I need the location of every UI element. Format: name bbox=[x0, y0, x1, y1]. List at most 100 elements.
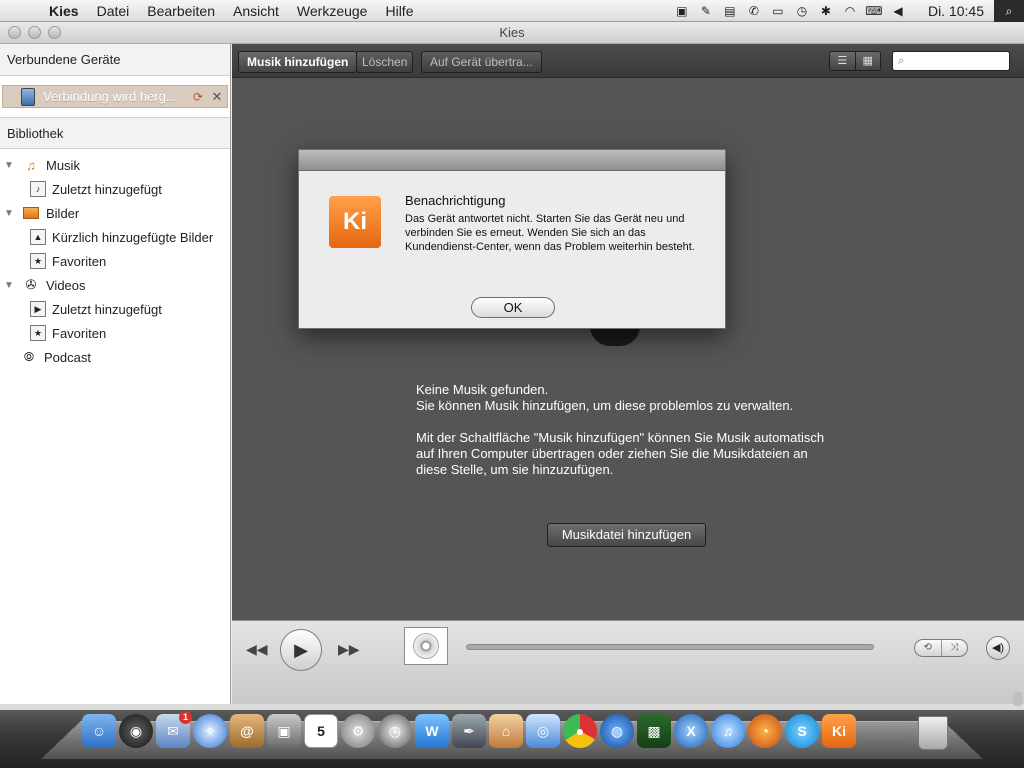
menu-ansicht[interactable]: Ansicht bbox=[224, 0, 288, 22]
play-button[interactable]: ▶ bbox=[280, 629, 322, 671]
dropbox-status-icon[interactable]: ▣ bbox=[670, 4, 694, 18]
disclosure-triangle-icon[interactable]: ▼ bbox=[4, 160, 16, 171]
phone-status-icon[interactable]: ✆ bbox=[742, 4, 766, 18]
sidebar-item-bilder-favoriten[interactable]: ★ Favoriten bbox=[0, 249, 230, 273]
menu-werkzeuge[interactable]: Werkzeuge bbox=[288, 0, 377, 22]
volume-button[interactable]: ◀) bbox=[986, 636, 1010, 660]
device-label: Verbindung wird herg... bbox=[43, 89, 177, 104]
sidebar-item-label: Zuletzt hinzugefügt bbox=[52, 301, 162, 317]
chrome-icon[interactable]: ● bbox=[563, 714, 597, 748]
play-icon: ▶ bbox=[294, 640, 308, 660]
ok-button[interactable]: OK bbox=[471, 297, 555, 318]
display-status-icon[interactable]: ▭ bbox=[766, 4, 790, 18]
google-earth-icon[interactable]: ◍ bbox=[600, 714, 634, 748]
kies-logo-icon: Ki bbox=[329, 196, 381, 248]
menu-datei[interactable]: Datei bbox=[88, 0, 139, 22]
finder-icon[interactable]: ☺ bbox=[82, 714, 116, 748]
instructions-text: Mit der Schaltfläche "Musik hinzufügen" … bbox=[416, 430, 825, 477]
preview-icon[interactable]: ⌂ bbox=[489, 714, 523, 748]
rewind-icon[interactable]: ◀◀ bbox=[246, 641, 268, 658]
sidebar-item-label: Musik bbox=[46, 157, 80, 173]
trash-icon[interactable] bbox=[918, 716, 948, 750]
player-bar: ◀◀ ▶ ▶▶ ⟲ ⤨ ◀) bbox=[232, 620, 1024, 704]
xcode-instruments-icon[interactable]: ✒ bbox=[452, 714, 486, 748]
sidebar-item-label: Zuletzt hinzugefügt bbox=[52, 181, 162, 197]
sidebar-item-label: Favoriten bbox=[52, 325, 107, 341]
disclosure-triangle-icon[interactable]: ▼ bbox=[4, 280, 16, 291]
repeat-shuffle-toggle: ⟲ ⤨ bbox=[914, 639, 968, 657]
mail-icon[interactable]: ✉ 1 bbox=[156, 711, 192, 748]
sidebar-item-bilder[interactable]: ▼ Bilder bbox=[0, 201, 230, 225]
time-machine-icon[interactable]: ◷ bbox=[790, 4, 814, 18]
fast-forward-icon[interactable]: ▶▶ bbox=[338, 641, 360, 658]
sidebar-item-label: Podcast bbox=[44, 349, 91, 365]
calendar-day: 5 bbox=[317, 723, 325, 739]
device-connecting-row[interactable]: Verbindung wird herg... ⟳ ✕ bbox=[2, 85, 228, 108]
search-input[interactable]: ⌕ bbox=[892, 51, 1010, 71]
library-tree: ▼ ♫ Musik ♪ Zuletzt hinzugefügt ▼ Bilder… bbox=[0, 149, 230, 369]
time-machine-dock-icon[interactable]: ◷ bbox=[378, 714, 412, 748]
system-preferences-icon[interactable]: ⚙ bbox=[341, 714, 375, 748]
menubar-clock[interactable]: Di. 10:45 bbox=[910, 3, 994, 19]
close-window-button[interactable] bbox=[8, 26, 21, 39]
sidebar-item-podcast[interactable]: ⦾ Podcast bbox=[0, 345, 230, 369]
video-file-icon: ▶ bbox=[30, 301, 46, 317]
speaker-icon: ◀) bbox=[991, 642, 1005, 654]
bluetooth-status-icon[interactable]: ✱ bbox=[814, 4, 838, 18]
list-view-icon[interactable]: ☰ bbox=[830, 52, 855, 70]
sidebar-item-videos-favoriten[interactable]: ★ Favoriten bbox=[0, 321, 230, 345]
dialog-title: Benachrichtigung bbox=[405, 193, 506, 208]
iphoto-icon[interactable]: ▣ bbox=[267, 714, 301, 748]
progress-track[interactable] bbox=[466, 644, 874, 650]
preview-eye-icon[interactable]: ◎ bbox=[526, 714, 560, 748]
kies-dock-icon[interactable]: Ki bbox=[822, 714, 856, 748]
safari-icon[interactable]: ✧ bbox=[193, 714, 227, 748]
sidebar-item-label: Kürzlich hinzugefügte Bilder bbox=[52, 229, 214, 245]
grid-view-icon[interactable]: ▦ bbox=[854, 52, 881, 70]
repeat-icon[interactable]: ⟲ bbox=[915, 640, 941, 656]
music-file-icon: ♪ bbox=[30, 181, 46, 197]
add-music-button[interactable]: Musik hinzufügen bbox=[238, 51, 358, 73]
delete-button[interactable]: Löschen bbox=[356, 51, 414, 73]
sidebar-item-musik[interactable]: ▼ ♫ Musik bbox=[0, 153, 230, 177]
spotlight-icon[interactable]: ⌕ bbox=[994, 0, 1024, 22]
add-music-file-button[interactable]: Musikdatei hinzufügen bbox=[547, 523, 706, 547]
x11-icon[interactable]: X bbox=[674, 714, 708, 748]
sidebar-item-bilder-recent[interactable]: ▲ Kürzlich hinzugefügte Bilder bbox=[0, 225, 230, 249]
skype-icon[interactable]: S bbox=[785, 714, 819, 748]
clipboard-status-icon[interactable]: ▤ bbox=[718, 4, 742, 18]
minecraft-icon[interactable]: ▩ bbox=[637, 714, 671, 748]
resize-handle[interactable] bbox=[1013, 692, 1022, 706]
album-art bbox=[404, 627, 448, 665]
calendar-icon[interactable]: 5 bbox=[304, 714, 338, 748]
volume-status-icon[interactable]: ◀ bbox=[886, 4, 910, 18]
dashboard-icon[interactable]: ◉ bbox=[119, 714, 153, 748]
main-area: Musik hinzufügen Löschen Auf Gerät übert… bbox=[232, 44, 1024, 704]
firefox-icon[interactable]: ◔ bbox=[748, 714, 782, 748]
dialog-message: Das Gerät antwortet nicht. Starten Sie d… bbox=[405, 213, 695, 253]
podcast-icon: ⦾ bbox=[23, 349, 35, 364]
kies-window: Kies Verbundene Geräte Verbindung wird h… bbox=[0, 22, 1024, 710]
menu-hilfe[interactable]: Hilfe bbox=[376, 0, 422, 22]
address-book-icon[interactable]: @ bbox=[230, 714, 264, 748]
word-icon[interactable]: W bbox=[415, 714, 449, 748]
disconnect-icon[interactable]: ✕ bbox=[207, 89, 227, 105]
sidebar-item-videos[interactable]: ▼ ✇ Videos bbox=[0, 273, 230, 297]
menu-app-kies[interactable]: Kies bbox=[40, 0, 88, 22]
evernote-status-icon[interactable]: ✎ bbox=[694, 4, 718, 18]
keyboard-status-icon[interactable]: ⌨ bbox=[862, 4, 886, 18]
sync-spinner-icon: ⟳ bbox=[193, 89, 204, 104]
cd-icon bbox=[413, 633, 439, 659]
transfer-to-device-button[interactable]: Auf Gerät übertra... bbox=[421, 51, 542, 73]
shuffle-icon[interactable]: ⤨ bbox=[940, 640, 968, 656]
minimize-window-button[interactable] bbox=[28, 26, 41, 39]
star-icon: ★ bbox=[30, 253, 46, 269]
wifi-icon[interactable]: ◠ bbox=[838, 4, 862, 18]
zoom-window-button[interactable] bbox=[48, 26, 61, 39]
disclosure-triangle-icon[interactable]: ▼ bbox=[4, 208, 16, 219]
sidebar: Verbundene Geräte Verbindung wird herg..… bbox=[0, 44, 231, 704]
sidebar-item-videos-recent[interactable]: ▶ Zuletzt hinzugefügt bbox=[0, 297, 230, 321]
sidebar-item-musik-recent[interactable]: ♪ Zuletzt hinzugefügt bbox=[0, 177, 230, 201]
menu-bearbeiten[interactable]: Bearbeiten bbox=[138, 0, 224, 22]
itunes-icon[interactable]: ♫ bbox=[711, 714, 745, 748]
